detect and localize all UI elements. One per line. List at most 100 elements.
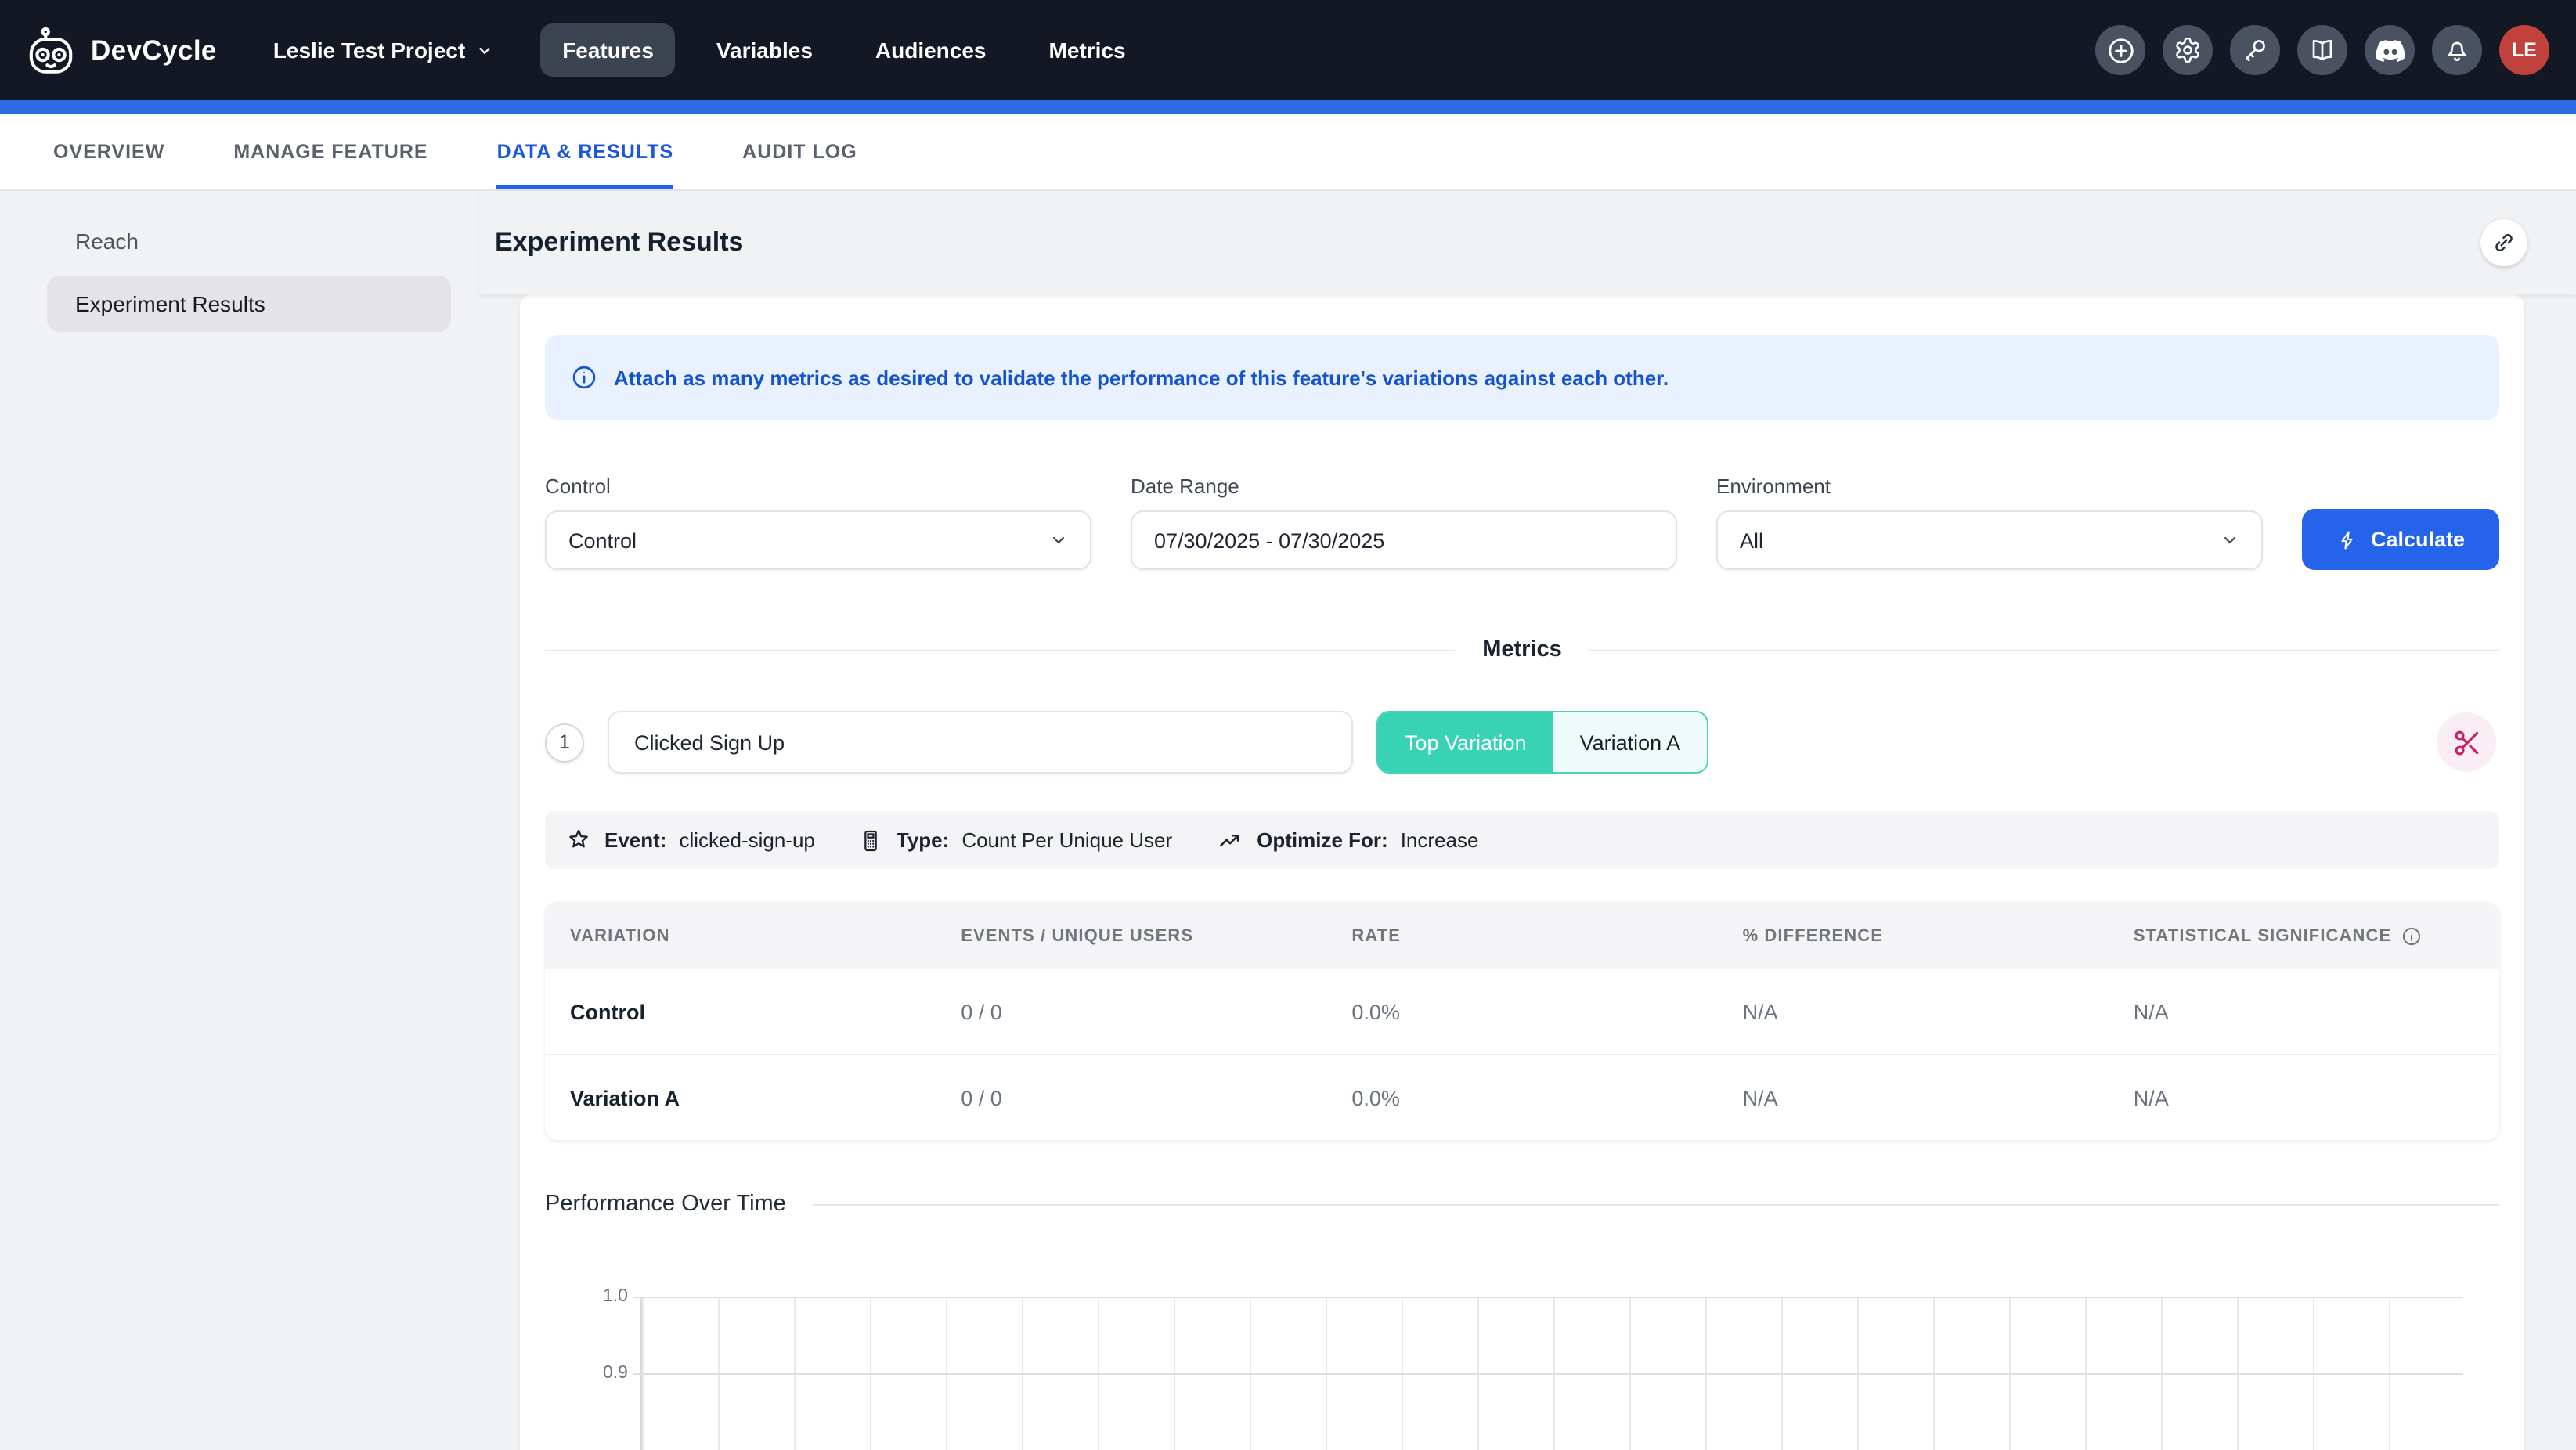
col-significance-label: STATISTICAL SIGNIFICANCE bbox=[2134, 926, 2392, 945]
col-variation: VARIATION bbox=[545, 926, 936, 945]
table-row: Variation A 0 / 0 0.0% N/A N/A bbox=[545, 1054, 2499, 1140]
cell-rate: 0.0% bbox=[1326, 1000, 1717, 1023]
environment-select[interactable]: All bbox=[1716, 510, 2263, 570]
calculate-button-label: Calculate bbox=[2371, 528, 2465, 551]
discord-button[interactable] bbox=[2365, 25, 2415, 75]
sidebar-item-reach[interactable]: Reach bbox=[47, 216, 451, 266]
nav-link-audiences[interactable]: Audiences bbox=[853, 23, 1008, 77]
cell-variation: Control bbox=[545, 1000, 936, 1023]
info-banner: Attach as many metrics as desired to val… bbox=[545, 335, 2499, 420]
app-root: DevCycle Leslie Test Project Features Va… bbox=[0, 0, 2576, 1450]
optimize-value: Increase bbox=[1401, 828, 1479, 852]
filters-row: Control Control Date Range 07/30/2025 - … bbox=[545, 474, 2499, 570]
event-summary: Event: clicked-sign-up bbox=[565, 827, 815, 853]
results-table-header: VARIATION EVENTS / UNIQUE USERS RATE % D… bbox=[545, 902, 2499, 969]
project-selector[interactable]: Leslie Test Project bbox=[273, 38, 493, 63]
user-avatar[interactable]: LE bbox=[2499, 25, 2549, 75]
cell-difference: N/A bbox=[1718, 1086, 2109, 1109]
info-icon[interactable] bbox=[2401, 925, 2423, 947]
docs-button[interactable] bbox=[2297, 25, 2347, 75]
notifications-button[interactable] bbox=[2432, 25, 2482, 75]
bell-icon bbox=[2443, 36, 2471, 64]
sidebar-item-experiment-results[interactable]: Experiment Results bbox=[47, 276, 451, 332]
event-value: clicked-sign-up bbox=[679, 828, 814, 852]
metric-name-input[interactable]: Clicked Sign Up bbox=[608, 711, 1353, 774]
nav-link-features[interactable]: Features bbox=[540, 23, 676, 77]
metric-summary-bar: Event: clicked-sign-up Type: Count Per U… bbox=[545, 811, 2499, 869]
table-row: Control 0 / 0 0.0% N/A N/A bbox=[545, 969, 2499, 1054]
control-field: Control Control bbox=[545, 474, 1091, 570]
environment-label: Environment bbox=[1716, 474, 2263, 498]
cell-significance: N/A bbox=[2109, 1000, 2499, 1023]
nav-link-metrics[interactable]: Metrics bbox=[1027, 23, 1148, 77]
tab-manage-feature[interactable]: MANAGE FEATURE bbox=[233, 114, 428, 189]
copy-link-button[interactable] bbox=[2480, 219, 2527, 266]
col-events: EVENTS / UNIQUE USERS bbox=[936, 926, 1326, 945]
top-navbar: DevCycle Leslie Test Project Features Va… bbox=[0, 0, 2576, 100]
devcycle-logo[interactable]: DevCycle bbox=[27, 26, 217, 74]
remove-metric-button[interactable] bbox=[2437, 712, 2496, 772]
variation-toggle: Top Variation Variation A bbox=[1376, 711, 1708, 774]
tab-overview[interactable]: OVERVIEW bbox=[53, 114, 164, 189]
feature-tabbar: OVERVIEW MANAGE FEATURE DATA & RESULTS A… bbox=[0, 114, 2576, 191]
discord-icon bbox=[2375, 37, 2405, 63]
tab-data-results[interactable]: DATA & RESULTS bbox=[497, 114, 674, 189]
cell-events: 0 / 0 bbox=[936, 1000, 1326, 1023]
chevron-down-icon bbox=[2221, 531, 2239, 550]
project-name: Leslie Test Project bbox=[273, 38, 465, 63]
control-select[interactable]: Control bbox=[545, 510, 1091, 570]
date-range-value: 07/30/2025 - 07/30/2025 bbox=[1154, 528, 1654, 552]
devcycle-robot-icon bbox=[27, 26, 77, 74]
y-axis-tick: 1.0 bbox=[603, 1286, 628, 1308]
main-panel: Experiment Results Attach as many metric… bbox=[479, 191, 2576, 1448]
type-label: Type: bbox=[897, 828, 949, 852]
cell-difference: N/A bbox=[1718, 1000, 2109, 1023]
page-title: Experiment Results bbox=[495, 227, 743, 258]
toggle-top-variation[interactable]: Top Variation bbox=[1378, 712, 1553, 772]
cell-significance: N/A bbox=[2109, 1086, 2499, 1109]
calculate-button[interactable]: Calculate bbox=[2302, 509, 2499, 570]
performance-chart: 1.0 0.9 bbox=[640, 1297, 2463, 1450]
navbar-icon-buttons: LE bbox=[2095, 25, 2549, 75]
brand-name: DevCycle bbox=[91, 34, 217, 67]
content-area: Reach Experiment Results Experiment Resu… bbox=[0, 191, 2576, 1448]
results-table: VARIATION EVENTS / UNIQUE USERS RATE % D… bbox=[545, 902, 2499, 1140]
metrics-divider-label: Metrics bbox=[1482, 637, 1562, 662]
star-icon bbox=[565, 827, 592, 853]
environment-select-value: All bbox=[1740, 528, 2221, 552]
tab-audit-log[interactable]: AUDIT LOG bbox=[742, 114, 857, 189]
metrics-divider: Metrics bbox=[545, 637, 2499, 662]
control-label: Control bbox=[545, 474, 1091, 498]
api-keys-button[interactable] bbox=[2230, 25, 2280, 75]
link-icon bbox=[2491, 230, 2516, 255]
type-value: Count Per Unique User bbox=[961, 828, 1172, 852]
metric-index-badge: 1 bbox=[545, 723, 584, 762]
scissors-icon bbox=[2452, 727, 2481, 757]
info-icon bbox=[570, 363, 598, 391]
event-label: Event: bbox=[604, 828, 666, 852]
info-banner-text: Attach as many metrics as desired to val… bbox=[614, 366, 1669, 389]
col-rate: RATE bbox=[1326, 926, 1717, 945]
results-sidebar: Reach Experiment Results bbox=[0, 191, 479, 1448]
y-axis-tick: 0.9 bbox=[603, 1362, 628, 1384]
type-summary: Type: Count Per Unique User bbox=[859, 828, 1172, 853]
key-icon bbox=[2241, 36, 2269, 64]
calculator-icon bbox=[859, 828, 884, 853]
col-difference: % DIFFERENCE bbox=[1718, 926, 2109, 945]
optimize-label: Optimize For: bbox=[1257, 828, 1388, 852]
settings-icon bbox=[2174, 36, 2202, 64]
add-button[interactable] bbox=[2095, 25, 2145, 75]
date-range-label: Date Range bbox=[1131, 474, 1677, 498]
metric-row: 1 Clicked Sign Up Top Variation Variatio… bbox=[545, 711, 2499, 774]
performance-section-header: Performance Over Time bbox=[545, 1192, 2499, 1217]
trending-up-icon bbox=[1216, 826, 1244, 854]
nav-link-variables[interactable]: Variables bbox=[695, 23, 835, 77]
date-range-input[interactable]: 07/30/2025 - 07/30/2025 bbox=[1131, 510, 1677, 570]
page-header: Experiment Results bbox=[479, 191, 2576, 294]
performance-title: Performance Over Time bbox=[545, 1192, 786, 1217]
accent-bar bbox=[0, 100, 2576, 114]
settings-button[interactable] bbox=[2163, 25, 2213, 75]
toggle-variation-a[interactable]: Variation A bbox=[1553, 712, 1708, 772]
chevron-down-icon bbox=[476, 41, 493, 59]
environment-field: Environment All bbox=[1716, 474, 2263, 570]
